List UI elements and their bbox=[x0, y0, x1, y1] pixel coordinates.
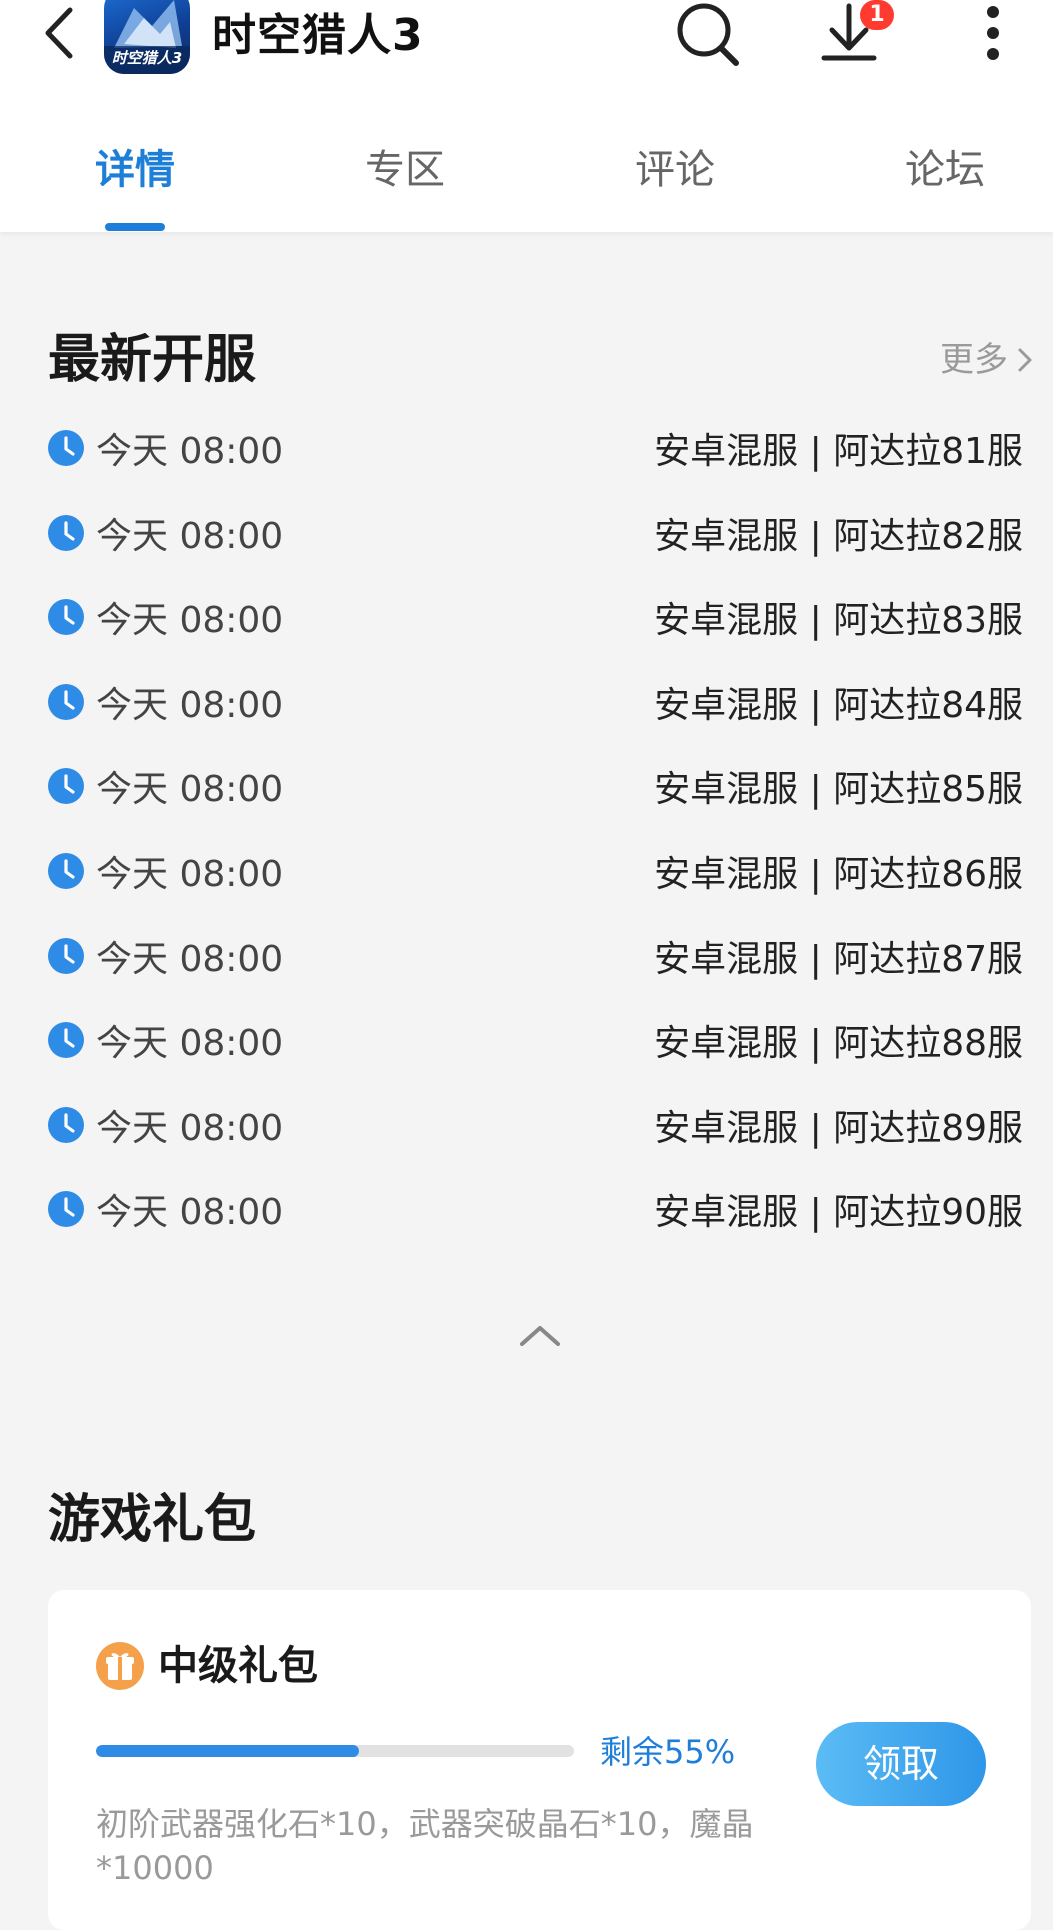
server-name: 安卓混服 | 阿达拉81服 bbox=[654, 431, 1023, 472]
clock-icon bbox=[48, 768, 84, 805]
app-icon: 时空猎人3 bbox=[104, 0, 190, 74]
server-name: 安卓混服 | 阿达拉88服 bbox=[654, 1023, 1023, 1065]
search-button[interactable] bbox=[672, 0, 742, 70]
server-name: 安卓混服 | 阿达拉85服 bbox=[654, 769, 1023, 811]
server-name: 安卓混服 | 阿达拉87服 bbox=[654, 938, 1023, 980]
server-time: 今天 08:00 bbox=[96, 1192, 284, 1234]
server-row[interactable]: 今天 08:00 安卓混服 | 阿达拉82服 bbox=[48, 507, 1023, 567]
server-time: 今天 08:00 bbox=[96, 684, 284, 726]
gift-remaining-progress-fill bbox=[96, 1745, 359, 1757]
clock-icon bbox=[48, 1106, 84, 1143]
app-title: 时空猎人3 bbox=[212, 10, 424, 61]
more-button[interactable] bbox=[958, 0, 1028, 70]
clock-icon bbox=[48, 1191, 84, 1228]
gift-name: 中级礼包 bbox=[158, 1643, 318, 1689]
gift-description: 初阶武器强化石*10，武器突破晶石*10，魔晶*10000 bbox=[96, 1805, 754, 1887]
collapse-chevron-icon[interactable] bbox=[516, 1320, 564, 1350]
clock-icon bbox=[48, 853, 84, 889]
tab-zone[interactable]: 专区 bbox=[305, 140, 505, 200]
server-row[interactable]: 今天 08:00 安卓混服 | 阿达拉84服 bbox=[48, 676, 1023, 736]
server-row[interactable]: 今天 08:00 安卓混服 | 阿达拉81服 bbox=[48, 422, 1023, 482]
server-time: 今天 08:00 bbox=[96, 854, 284, 895]
more-vertical-icon bbox=[987, 6, 999, 60]
back-button[interactable] bbox=[36, 4, 84, 62]
gift-icon bbox=[96, 1642, 144, 1690]
server-row[interactable]: 今天 08:00 安卓混服 | 阿达拉86服 bbox=[48, 845, 1023, 905]
gift-card: 中级礼包 剩余55% 领取 初阶武器强化石*10，武器突破晶石*10，魔晶*10… bbox=[48, 1590, 1031, 1930]
tab-bar: 详情 专区 评论 论坛 bbox=[0, 130, 1053, 231]
back-arrow-icon bbox=[45, 7, 73, 59]
server-time: 今天 08:00 bbox=[96, 769, 284, 811]
server-name: 安卓混服 | 阿达拉82服 bbox=[654, 515, 1023, 557]
clock-icon bbox=[48, 430, 84, 466]
server-time: 今天 08:00 bbox=[96, 515, 284, 557]
gift-remaining-label: 剩余55% bbox=[600, 1733, 736, 1771]
server-time: 今天 08:00 bbox=[96, 938, 284, 980]
tab-details[interactable]: 详情 bbox=[35, 140, 235, 200]
clock-icon bbox=[48, 514, 84, 551]
server-name: 安卓混服 | 阿达拉86服 bbox=[654, 854, 1023, 895]
chevron-right-icon bbox=[1018, 348, 1032, 372]
claim-gift-button[interactable]: 领取 bbox=[816, 1722, 986, 1806]
server-name: 安卓混服 | 阿达拉90服 bbox=[654, 1192, 1023, 1234]
gift-remaining-progress bbox=[96, 1745, 574, 1757]
server-row[interactable]: 今天 08:00 安卓混服 | 阿达拉87服 bbox=[48, 930, 1023, 990]
server-time: 今天 08:00 bbox=[96, 600, 284, 642]
clock-icon bbox=[48, 683, 84, 720]
server-row[interactable]: 今天 08:00 安卓混服 | 阿达拉88服 bbox=[48, 1014, 1023, 1074]
tab-forum[interactable]: 论坛 bbox=[845, 140, 1045, 200]
download-badge: 1 bbox=[860, 0, 894, 30]
server-row[interactable]: 今天 08:00 安卓混服 | 阿达拉83服 bbox=[48, 591, 1023, 651]
server-row[interactable]: 今天 08:00 安卓混服 | 阿达拉85服 bbox=[48, 760, 1023, 820]
app-icon-logo-text: 时空猎人3 bbox=[111, 49, 183, 67]
server-name: 安卓混服 | 阿达拉89服 bbox=[654, 1107, 1023, 1149]
server-time: 今天 08:00 bbox=[96, 1107, 284, 1149]
tab-comments[interactable]: 评论 bbox=[575, 140, 775, 200]
server-time: 今天 08:00 bbox=[96, 1023, 284, 1065]
top-bar: 时空猎人3 时空猎人3 1 详情 专区 评论 论坛 bbox=[0, 0, 1053, 232]
clock-icon bbox=[48, 937, 84, 974]
server-row[interactable]: 今天 08:00 安卓混服 | 阿达拉89服 bbox=[48, 1099, 1023, 1159]
server-row[interactable]: 今天 08:00 安卓混服 | 阿达拉90服 bbox=[48, 1183, 1023, 1243]
gifts-section-title: 游戏礼包 bbox=[48, 1490, 257, 1550]
servers-section-title: 最新开服 bbox=[48, 330, 257, 390]
servers-more-link[interactable]: 更多 bbox=[940, 340, 1008, 380]
clock-icon bbox=[48, 1022, 84, 1059]
server-time: 今天 08:00 bbox=[96, 431, 284, 472]
active-tab-indicator bbox=[105, 223, 165, 231]
search-icon bbox=[677, 3, 739, 66]
server-name: 安卓混服 | 阿达拉83服 bbox=[654, 600, 1023, 642]
server-name: 安卓混服 | 阿达拉84服 bbox=[654, 684, 1023, 726]
clock-icon bbox=[48, 599, 84, 636]
